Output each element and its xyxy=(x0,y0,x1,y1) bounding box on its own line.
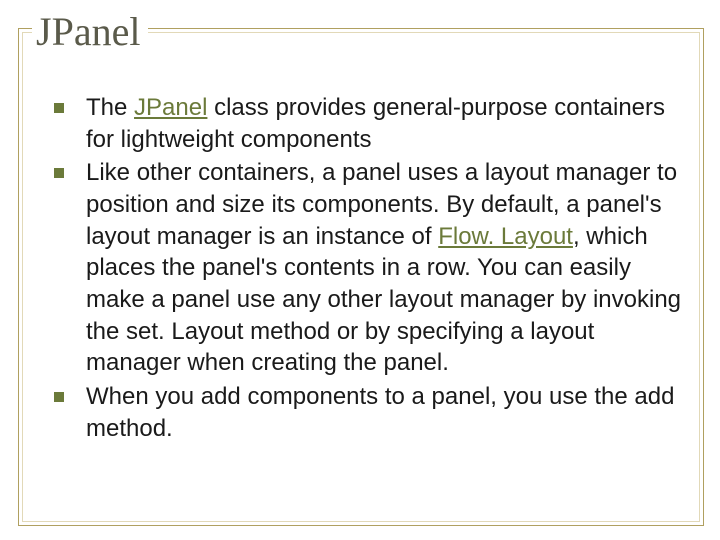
title-container: JPanel xyxy=(32,8,148,55)
square-bullet-icon xyxy=(54,103,64,113)
square-bullet-icon xyxy=(54,168,64,178)
text-run: The xyxy=(86,94,134,121)
link-text[interactable]: Flow. Layout xyxy=(438,223,573,250)
slide-content: The JPanel class provides general-purpos… xyxy=(46,92,686,446)
slide-title: JPanel xyxy=(36,8,140,55)
link-text[interactable]: JPanel xyxy=(134,94,207,121)
list-item-text: Like other containers, a panel uses a la… xyxy=(86,157,686,379)
square-bullet-icon xyxy=(54,392,64,402)
list-item: When you add components to a panel, you … xyxy=(46,381,686,444)
text-run: When you add components to a panel, you … xyxy=(86,383,674,442)
list-item-text: When you add components to a panel, you … xyxy=(86,381,686,444)
list-item: Like other containers, a panel uses a la… xyxy=(46,157,686,379)
list-item-text: The JPanel class provides general-purpos… xyxy=(86,92,686,155)
list-item: The JPanel class provides general-purpos… xyxy=(46,92,686,155)
